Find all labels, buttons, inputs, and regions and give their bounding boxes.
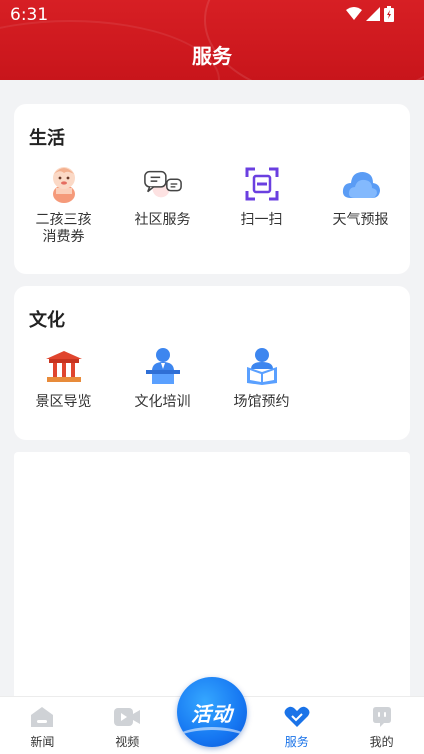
nav-label: 服务 [284, 735, 309, 749]
service-item-scenic[interactable]: 景区导览 [14, 346, 113, 411]
nav-item-mine[interactable]: 我的 [339, 697, 424, 754]
service-item-training[interactable]: 文化培训 [113, 346, 212, 411]
nav-label: 我的 [369, 735, 394, 749]
service-label: 社区服务 [134, 212, 191, 228]
service-label: 场馆预约 [233, 394, 290, 410]
culture-service-grid: 景区导览 文化培训 场馆预约 [14, 346, 410, 411]
life-service-grid: 二孩三孩消费券 社区服务 扫一扫 天气预报 [14, 164, 410, 246]
profile-icon [369, 705, 395, 729]
nav-item-news[interactable]: 新闻 [0, 697, 85, 754]
service-item-scan[interactable]: 扫一扫 [212, 164, 311, 246]
lecturer-icon [143, 346, 183, 386]
culture-section-card: 文化 景区导览 文化培训 场馆预约 [14, 286, 410, 440]
service-label: 二孩三孩消费券 [35, 212, 92, 245]
header-bar: 6:31 服务 [0, 0, 424, 80]
heart-check-icon [284, 705, 310, 729]
service-label: 扫一扫 [240, 212, 283, 228]
main-content[interactable]: 生活 二孩三孩消费券 社区服务 扫一扫 天气预报 文化 景区导览 文化培训 场馆… [0, 90, 424, 696]
status-icons [346, 6, 394, 22]
page-title: 服务 [192, 44, 232, 68]
life-section-card: 生活 二孩三孩消费券 社区服务 扫一扫 天气预报 [14, 104, 410, 274]
pavilion-icon [44, 346, 84, 386]
nav-item-video[interactable]: 视频 [85, 697, 170, 754]
wifi-icon [346, 7, 362, 20]
section-title-culture: 文化 [29, 310, 65, 331]
nav-item-service[interactable]: 服务 [254, 697, 339, 754]
service-item-community[interactable]: 社区服务 [113, 164, 212, 246]
service-label: 景区导览 [35, 394, 92, 410]
video-icon [114, 705, 141, 729]
service-item-weather[interactable]: 天气预报 [311, 164, 410, 246]
baby-icon [44, 164, 84, 204]
service-item-coupon[interactable]: 二孩三孩消费券 [14, 164, 113, 246]
nav-label: 新闻 [30, 735, 55, 749]
service-label: 天气预报 [332, 212, 389, 228]
activity-center-button[interactable]: 活动 [177, 677, 247, 747]
scan-icon [242, 164, 282, 204]
service-item-venue[interactable]: 场馆预约 [212, 346, 311, 411]
chat-bubbles-icon [143, 164, 183, 204]
section-title-life: 生活 [29, 128, 65, 149]
cloud-icon [341, 164, 381, 204]
status-time: 6:31 [10, 5, 49, 25]
service-label: 文化培训 [134, 394, 191, 410]
button-arc-decoration [177, 727, 247, 747]
status-bar: 6:31 [0, 0, 424, 28]
activity-button-label: 活动 [191, 701, 233, 726]
home-icon [29, 705, 55, 729]
signal-icon [366, 7, 380, 21]
empty-card [14, 452, 410, 696]
reader-icon [242, 346, 282, 386]
nav-label: 视频 [115, 735, 140, 749]
battery-icon [384, 6, 394, 22]
